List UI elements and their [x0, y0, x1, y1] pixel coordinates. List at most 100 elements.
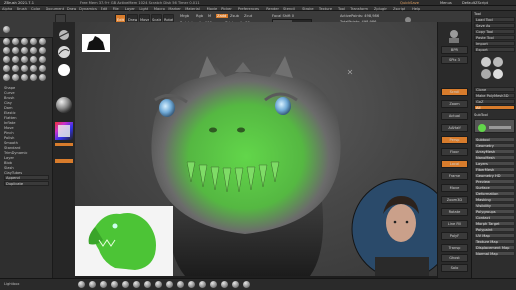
brush-list-item[interactable]: Blob [4, 161, 48, 165]
color-picker[interactable] [55, 122, 73, 140]
brush-thumb-5[interactable] [30, 38, 37, 45]
subtool-section[interactable]: Layers [474, 161, 515, 166]
subtool-section[interactable]: Deformation [474, 191, 515, 196]
actual-button[interactable]: Actual [441, 112, 468, 120]
load-tool-button[interactable]: Load Tool [474, 17, 515, 22]
brush-shelf-smooth[interactable] [210, 281, 217, 288]
avatar-icon[interactable] [441, 28, 468, 43]
menus-toggle[interactable]: Menus [440, 1, 460, 5]
alpha-thumbnail[interactable] [55, 62, 73, 76]
main-color-swatch[interactable] [55, 143, 73, 146]
ghost-button[interactable]: Ghost [441, 254, 468, 262]
menu-transform[interactable]: Transform [350, 7, 368, 11]
frame-button[interactable]: Frame [441, 172, 468, 180]
duplicate-button[interactable]: Duplicate [4, 181, 49, 186]
save-as-button[interactable]: Save As [474, 23, 515, 28]
brush-thumb-20[interactable] [30, 65, 37, 72]
brush-list-item[interactable]: Move [4, 126, 48, 130]
brush-thumb-7[interactable] [3, 47, 10, 54]
subtool-section[interactable]: Texture Map [474, 239, 515, 244]
aahalf-button[interactable]: AAHalf [441, 124, 468, 132]
canvas-viewport[interactable] [75, 22, 437, 276]
subtool-section[interactable]: Normal Map [474, 251, 515, 256]
subtool-section[interactable]: Subtool [474, 137, 515, 142]
brush-shelf-selectrect[interactable] [243, 281, 250, 288]
scroll-button[interactable]: Scroll [441, 88, 468, 96]
brush-list-item[interactable]: Layer [4, 156, 48, 160]
brush-list-item[interactable]: TrimDynamic [4, 151, 48, 155]
clone-button[interactable]: Clone [474, 87, 515, 92]
brush-shelf-layer[interactable] [221, 281, 228, 288]
bpr-button[interactable]: BPR [441, 46, 468, 54]
brush-list-item[interactable]: Flatten [4, 116, 48, 120]
menu-movie[interactable]: Movie [207, 7, 218, 11]
brush-shelf-damstandard[interactable] [111, 281, 118, 288]
menu-color[interactable]: Color [31, 7, 40, 11]
brush-thumb-24[interactable] [21, 74, 28, 81]
lightbox-label[interactable]: Lightbox [4, 282, 34, 286]
menu-preferences[interactable]: Preferences [238, 7, 259, 11]
brush-thumb-19[interactable] [21, 65, 28, 72]
menu-texture[interactable]: Texture [319, 7, 332, 11]
menu-zplugin[interactable]: Zplugin [374, 7, 388, 11]
transp-button[interactable]: Transp [441, 244, 468, 252]
menu-zscript[interactable]: Zscript [393, 7, 405, 11]
brush-thumb-6[interactable] [39, 38, 46, 45]
subtool-section[interactable]: Polygroups [474, 209, 515, 214]
menu-macro[interactable]: Macro [154, 7, 165, 11]
brush-shelf-clay[interactable] [188, 281, 195, 288]
brush-thumb-11[interactable] [39, 47, 46, 54]
m-button[interactable]: M [208, 14, 214, 18]
brush-thumb-23[interactable] [12, 74, 19, 81]
floor-button[interactable]: Floor [441, 148, 468, 156]
subtool-section[interactable]: Morph Target [474, 221, 515, 226]
append-button[interactable]: Append [4, 175, 49, 180]
menu-marker[interactable]: Marker [168, 7, 180, 11]
brush-thumb-21[interactable] [39, 65, 46, 72]
menu-picker[interactable]: Picker [221, 7, 232, 11]
menu-stroke[interactable]: Stroke [302, 7, 313, 11]
brush-list-item[interactable]: Standard [4, 146, 48, 150]
brush-shelf-maskpen[interactable] [232, 281, 239, 288]
brush-shelf-snakehook[interactable] [177, 281, 184, 288]
brush-shelf-slash3[interactable] [199, 281, 206, 288]
brush-thumb-2[interactable] [3, 38, 10, 45]
brush-shelf-claybuildup[interactable] [89, 281, 96, 288]
brush-thumb-12[interactable] [3, 56, 10, 63]
move-view-button[interactable]: Move [441, 184, 468, 192]
subtool-section[interactable]: Surface [474, 185, 515, 190]
menu-dynamics[interactable]: Dynamics [79, 7, 97, 11]
subtool-section[interactable]: Polypaint [474, 227, 515, 232]
brush-list-item[interactable]: Slash [4, 166, 48, 170]
menu-layer[interactable]: Layer [125, 7, 135, 11]
menu-alpha[interactable]: Alpha [2, 7, 12, 11]
mrgb-button[interactable]: Mrgb [180, 14, 194, 18]
quicksave-button[interactable]: QuickSave [400, 1, 430, 5]
subtool-section[interactable]: NanoMesh [474, 155, 515, 160]
brush-list-item[interactable]: Clay [4, 101, 48, 105]
brush-list-item[interactable]: Brush [4, 96, 48, 100]
solo-button[interactable]: Solo [441, 264, 468, 272]
persp-button[interactable]: Persp [441, 136, 468, 144]
brush-shelf-inflate[interactable] [133, 281, 140, 288]
linefill-button[interactable]: Line Fill [441, 220, 468, 228]
zcut-button[interactable]: Zcut [244, 14, 256, 18]
zadd-button[interactable]: Zadd [216, 14, 228, 18]
brush-thumb-3[interactable] [12, 38, 19, 45]
menu-tool[interactable]: Tool [338, 7, 345, 11]
brush-thumb-16[interactable] [39, 56, 46, 63]
make-polymesh-button[interactable]: Make PolyMesh3D [474, 93, 515, 98]
brush-thumb-14[interactable] [21, 56, 28, 63]
rgb-button[interactable]: Rgb [196, 14, 208, 18]
goz-button[interactable]: GoZ [474, 99, 515, 104]
brush-thumb-10[interactable] [30, 47, 37, 54]
brush-shelf-pinch[interactable] [144, 281, 151, 288]
brush-list-item[interactable]: Polish [4, 136, 48, 140]
menu-stencil[interactable]: Stencil [283, 7, 295, 11]
brush-thumb-26[interactable] [39, 74, 46, 81]
brush-shelf-standard[interactable] [78, 281, 85, 288]
menu-edit[interactable]: Edit [101, 7, 108, 11]
menu-render[interactable]: Render [266, 7, 279, 11]
subtool-section[interactable]: ArrayMesh [474, 149, 515, 154]
brush-thumb-18[interactable] [12, 65, 19, 72]
